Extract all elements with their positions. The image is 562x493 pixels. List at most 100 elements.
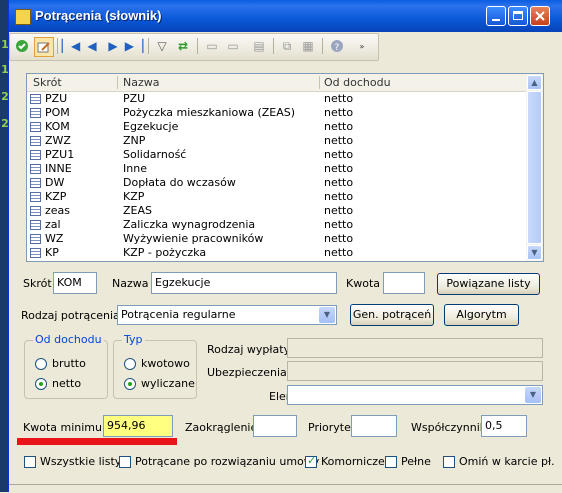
radio-kwotowo-label[interactable]: kwotowo bbox=[141, 357, 190, 370]
cell-nazwa: Egzekucje bbox=[123, 120, 179, 133]
toolbar-separator bbox=[197, 38, 198, 54]
kwota-label: Kwota bbox=[346, 277, 380, 290]
record-icon bbox=[30, 150, 41, 160]
table-row[interactable]: INNE Inne netto bbox=[27, 162, 526, 176]
column-divider[interactable] bbox=[117, 76, 118, 89]
cell-skrot: ZWZ bbox=[45, 134, 71, 147]
radio-wyliczane-label[interactable]: wyliczane bbox=[141, 377, 195, 390]
table-row[interactable]: PZU1 Solidarność netto bbox=[27, 148, 526, 162]
kwota-field[interactable] bbox=[383, 272, 425, 294]
scroll-down-icon[interactable]: ▼ bbox=[527, 245, 542, 260]
table-row[interactable]: KOM Egzekucje netto bbox=[27, 120, 526, 134]
wspolczynnik-field[interactable]: 0,5 bbox=[481, 415, 527, 437]
table-row[interactable]: zal Zaliczka wynagrodzenia netto bbox=[27, 218, 526, 232]
dialog-window: Potrącenia (słownik) ▏◀ ◀ ▶ ▶▕ ▽ ⇄ ▭ ▭ ▤… bbox=[8, 0, 562, 493]
cell-nazwa: Wyżywienie pracowników bbox=[123, 232, 264, 245]
priorytet-field[interactable] bbox=[351, 415, 397, 437]
list-header: Skrót Nazwa Od dochodu bbox=[27, 74, 526, 92]
checkbox-potracane-po-rozwiazaniu-label[interactable]: Potrącane po rozwiązaniu umowy bbox=[135, 455, 319, 468]
radio-kwotowo[interactable] bbox=[124, 358, 136, 370]
radio-wyliczane[interactable] bbox=[124, 378, 136, 390]
cell-od-dochodu: netto bbox=[324, 218, 354, 231]
minimize-icon bbox=[492, 19, 500, 21]
element-select[interactable]: ▼ bbox=[287, 385, 543, 405]
scroll-up-icon[interactable]: ▲ bbox=[527, 75, 542, 90]
nazwa-label: Nazwa bbox=[112, 277, 149, 290]
checkbox-komornicze-label[interactable]: Komornicze bbox=[321, 455, 385, 468]
column-header-od-dochodu[interactable]: Od dochodu bbox=[324, 76, 391, 89]
skrot-field[interactable]: KOM bbox=[53, 272, 97, 294]
edit-icon[interactable] bbox=[34, 37, 54, 57]
radio-brutto-label[interactable]: brutto bbox=[52, 357, 86, 370]
print-icon[interactable]: ▭ bbox=[203, 37, 221, 55]
od-dochodu-group: Od dochodu brutto netto bbox=[24, 333, 108, 399]
checkbox-wszystkie-listy[interactable] bbox=[24, 456, 36, 468]
checkbox-potracane-po-rozwiazaniu[interactable] bbox=[119, 456, 131, 468]
copy-icon[interactable]: ⧉ bbox=[278, 37, 296, 55]
title-bar[interactable]: Potrącenia (słownik) bbox=[9, 0, 562, 32]
scroll-thumb[interactable] bbox=[527, 91, 542, 244]
close-button[interactable] bbox=[530, 6, 550, 26]
cell-nazwa: ZNP bbox=[123, 134, 146, 147]
cell-od-dochodu: netto bbox=[324, 148, 354, 161]
deductions-list[interactable]: Skrót Nazwa Od dochodu PZU PZU netto POM Poż… bbox=[26, 73, 544, 262]
powiazane-listy-button[interactable]: Powiązane listy bbox=[437, 273, 540, 295]
table-row[interactable]: KZP KZP netto bbox=[27, 190, 526, 204]
help-icon[interactable]: ? bbox=[328, 37, 346, 55]
table-row[interactable]: ZWZ ZNP netto bbox=[27, 134, 526, 148]
overflow-icon[interactable]: » bbox=[356, 37, 368, 55]
print-preview-icon[interactable]: ▭ bbox=[224, 37, 242, 55]
cell-skrot: KZP bbox=[45, 190, 67, 203]
record-icon bbox=[30, 234, 41, 244]
red-underline-mark bbox=[17, 438, 177, 445]
table-row[interactable]: DW Dopłata do wczasów netto bbox=[27, 176, 526, 190]
last-icon[interactable]: ▶▕ bbox=[125, 37, 143, 55]
zaokraglenie-field[interactable] bbox=[253, 415, 297, 437]
table-row[interactable]: KP KZP - pożyczka netto bbox=[27, 246, 526, 260]
window-title: Potrącenia (słownik) bbox=[35, 8, 162, 23]
radio-netto[interactable] bbox=[35, 378, 47, 390]
column-header-skrot[interactable]: Skrót bbox=[33, 76, 62, 89]
cell-skrot: WZ bbox=[45, 232, 64, 245]
column-header-nazwa[interactable]: Nazwa bbox=[123, 76, 159, 89]
first-icon[interactable]: ▏◀ bbox=[62, 37, 80, 55]
checkbox-omin-w-karcie-label[interactable]: Omiń w karcie pł. bbox=[459, 455, 555, 468]
paste-icon[interactable]: ▦ bbox=[299, 37, 317, 55]
chevron-down-icon[interactable]: ▼ bbox=[525, 387, 541, 403]
refresh-icon[interactable]: ⇄ bbox=[174, 37, 192, 55]
record-icon bbox=[30, 248, 41, 258]
close-icon bbox=[535, 11, 545, 21]
checkbox-komornicze[interactable]: ✓ bbox=[305, 454, 317, 468]
cell-nazwa: Inne bbox=[123, 162, 147, 175]
record-icon bbox=[30, 206, 41, 216]
column-divider[interactable] bbox=[319, 76, 320, 89]
kwota-minimum-field[interactable]: 954,96 bbox=[103, 415, 173, 437]
prev-icon[interactable]: ◀ bbox=[83, 37, 101, 55]
cell-skrot: zal bbox=[45, 218, 61, 231]
cell-od-dochodu: netto bbox=[324, 176, 354, 189]
toolbar-separator bbox=[322, 38, 323, 54]
maximize-button[interactable] bbox=[508, 6, 528, 26]
table-row[interactable]: WZ Wyżywienie pracowników netto bbox=[27, 232, 526, 246]
checkbox-pelne-label[interactable]: Pełne bbox=[401, 455, 431, 468]
algorytm-button[interactable]: Algorytm bbox=[444, 304, 519, 326]
checkbox-pelne[interactable] bbox=[385, 456, 397, 468]
minimize-button[interactable] bbox=[486, 6, 506, 26]
checkbox-omin-w-karcie[interactable] bbox=[443, 456, 455, 468]
check-icon[interactable] bbox=[13, 37, 31, 55]
rodzaj-potracenia-select[interactable]: Potrącenia regularne ▼ bbox=[117, 305, 337, 325]
radio-netto-label[interactable]: netto bbox=[52, 377, 81, 390]
nazwa-field[interactable]: Egzekucje bbox=[151, 272, 337, 294]
radio-brutto[interactable] bbox=[35, 358, 47, 370]
table-row[interactable]: PZU PZU netto bbox=[27, 92, 526, 106]
filter-icon[interactable]: ▽ bbox=[153, 37, 171, 55]
next-icon[interactable]: ▶ bbox=[104, 37, 122, 55]
table-row[interactable]: zeas ZEAS netto bbox=[27, 204, 526, 218]
chevron-down-icon[interactable]: ▼ bbox=[319, 307, 335, 323]
print-icon[interactable]: ▤ bbox=[250, 37, 268, 55]
checkbox-wszystkie-listy-label[interactable]: Wszystkie listy bbox=[40, 455, 121, 468]
list-scrollbar[interactable]: ▲ ▼ bbox=[526, 74, 543, 261]
table-row[interactable]: POM Pożyczka mieszkaniowa (ZEAS) netto bbox=[27, 106, 526, 120]
cell-nazwa: KZP bbox=[123, 190, 145, 203]
gen-potracen-button[interactable]: Gen. potrąceń bbox=[350, 304, 434, 326]
